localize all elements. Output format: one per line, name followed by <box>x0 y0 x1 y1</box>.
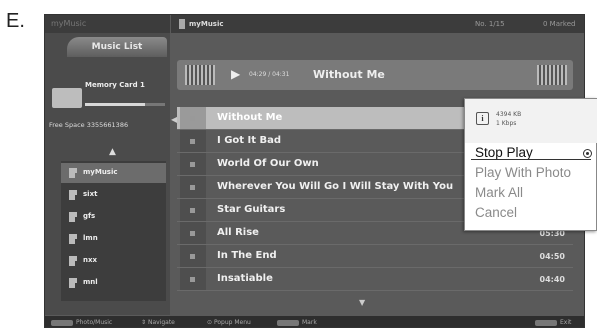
help-mark: Mark <box>277 319 317 326</box>
track-checkbox[interactable] <box>180 153 206 175</box>
music-note-icon <box>190 139 195 144</box>
music-note-icon <box>190 254 195 259</box>
marked-count: 0 Marked <box>543 20 576 28</box>
music-folder-icon <box>69 234 77 244</box>
focus-underline <box>471 159 591 160</box>
track-title: I Got It Bad <box>217 135 282 146</box>
track-checkbox[interactable] <box>180 222 206 244</box>
popup-key-icon: ⊙ <box>207 319 213 326</box>
now-playing-title: Without Me <box>313 68 385 81</box>
folder-item[interactable]: lmn <box>61 229 166 249</box>
music-note-icon <box>190 277 195 282</box>
navigate-icon: ⇕ <box>141 319 147 326</box>
track-checkbox[interactable] <box>180 199 206 221</box>
track-title: Insatiable <box>217 273 273 284</box>
equalizer-left-icon <box>185 65 215 85</box>
track-title: Wherever You Will Go I Will Stay With Yo… <box>217 181 454 192</box>
content-header: myMusic No. 1/15 0 Marked <box>171 15 584 33</box>
remote-key-icon <box>277 319 299 326</box>
music-note-icon <box>190 185 195 190</box>
figure-label: E. <box>6 10 25 32</box>
file-size: 4394 KB <box>496 111 522 118</box>
track-checkbox[interactable] <box>180 176 206 198</box>
track-checkbox[interactable] <box>180 268 206 290</box>
folder-label: gfs <box>83 212 96 220</box>
track-title: World Of Our Own <box>217 158 319 169</box>
device-name[interactable]: Memory Card 1 <box>85 81 165 90</box>
folder-label: nxx <box>83 256 98 264</box>
scroll-up-icon[interactable]: ▲ <box>109 147 116 157</box>
remote-key-icon <box>51 319 73 326</box>
help-label: Exit <box>560 319 572 326</box>
track-checkbox[interactable] <box>180 245 206 267</box>
music-folder-icon <box>69 256 77 266</box>
sidebar-header: myMusic <box>45 15 170 33</box>
music-folder-icon <box>69 278 77 288</box>
scroll-down-icon[interactable]: ▼ <box>359 298 365 307</box>
sidebar: myMusic Music List Memory Card 1 Free Sp… <box>45 15 170 315</box>
popup-menu: i 4394 KB 1 Kbps Stop Play Play With Pho… <box>464 98 597 231</box>
track-title: All Rise <box>217 227 259 238</box>
app-title: myMusic <box>51 19 87 28</box>
storage-free-bar <box>145 103 165 106</box>
music-note-icon <box>190 231 195 236</box>
help-exit: Exit <box>535 319 571 326</box>
storage-used-bar <box>85 103 145 106</box>
folder-item[interactable]: myMusic <box>61 163 166 183</box>
music-folder-icon <box>69 212 77 222</box>
track-counter: No. 1/15 <box>475 20 505 28</box>
folder-label: myMusic <box>83 168 118 176</box>
track-row[interactable]: Insatiable 04:40 <box>177 268 573 291</box>
bit-rate: 1 Kbps <box>496 120 517 127</box>
selected-radio-icon <box>583 149 592 158</box>
help-label: Navigate <box>147 319 175 326</box>
music-note-icon <box>190 208 195 213</box>
menu-item-mark-all[interactable]: Mark All <box>475 185 523 200</box>
folder-label: mnl <box>83 278 98 286</box>
tab-music-list[interactable]: Music List <box>67 37 167 57</box>
track-title: Without Me <box>217 112 283 123</box>
playback-time: 04:29 / 04:31 <box>249 71 290 78</box>
track-duration: 04:40 <box>539 275 565 284</box>
track-title: Star Guitars <box>217 204 286 215</box>
help-popup-menu: ⊙ Popup Menu <box>207 319 251 326</box>
music-note-icon <box>190 116 195 121</box>
breadcrumb: myMusic <box>189 20 224 28</box>
menu-item-play-with-photo[interactable]: Play With Photo <box>475 165 571 180</box>
help-label: Photo/Music <box>76 319 113 326</box>
play-icon: ▶ <box>231 67 241 81</box>
equalizer-right-icon <box>537 65 567 85</box>
remote-key-icon <box>535 319 557 326</box>
folder-label: sixt <box>83 190 98 198</box>
help-label: Mark <box>302 319 317 326</box>
help-bar: Photo/Music ⇕ Navigate ⊙ Popup Menu Mark… <box>45 316 584 327</box>
folder-item[interactable]: gfs <box>61 207 166 227</box>
track-checkbox[interactable] <box>180 130 206 152</box>
help-label: Popup Menu <box>213 319 251 326</box>
track-row[interactable]: In The End 04:50 <box>177 245 573 268</box>
folder-list: myMusic sixt gfs lmn nxx mnl <box>61 161 166 301</box>
track-duration: 04:50 <box>539 252 565 261</box>
folder-item[interactable]: nxx <box>61 251 166 271</box>
folder-label: lmn <box>83 234 98 242</box>
help-navigate: ⇕ Navigate <box>141 319 175 326</box>
free-space: Free Space 3355661386 <box>49 121 129 129</box>
track-title: In The End <box>217 250 277 261</box>
music-note-icon <box>190 162 195 167</box>
menu-item-stop-play[interactable]: Stop Play <box>475 145 533 160</box>
folder-item[interactable]: sixt <box>61 185 166 205</box>
file-info: i 4394 KB 1 Kbps <box>465 99 597 143</box>
now-playing-bar: ▶ 04:29 / 04:31 Without Me <box>177 60 573 90</box>
help-photo-music: Photo/Music <box>51 319 112 326</box>
track-checkbox[interactable] <box>180 107 206 129</box>
menu-item-cancel[interactable]: Cancel <box>475 205 517 220</box>
info-icon: i <box>476 112 489 125</box>
folder-item[interactable]: mnl <box>61 273 166 293</box>
music-folder-icon <box>179 19 185 29</box>
music-folder-icon <box>69 168 77 178</box>
memory-card-icon <box>52 88 82 108</box>
music-folder-icon <box>69 190 77 200</box>
